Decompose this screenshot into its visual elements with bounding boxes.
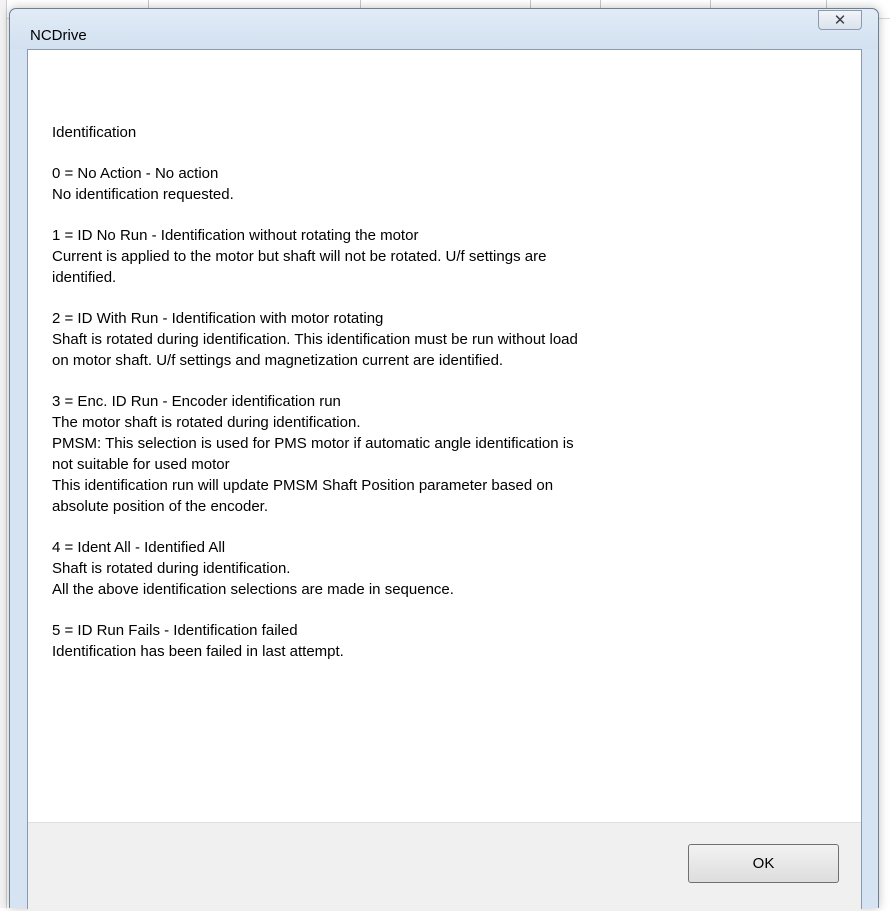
option-title: 0 = No Action - No action <box>52 165 219 182</box>
close-button[interactable]: ✕ <box>818 10 862 30</box>
ok-button[interactable]: OK <box>688 844 839 883</box>
option-description: This identification run will update PMSM… <box>52 477 554 494</box>
option-title: 2 = ID With Run - Identification with mo… <box>52 310 384 327</box>
window-title: NCDrive <box>30 27 87 44</box>
option-description: identified. <box>52 269 117 286</box>
ncdrive-dialog: NCDrive ✕ Identification 0 = No Action -… <box>9 8 879 911</box>
dialog-client-area: Identification 0 = No Action - No action… <box>27 49 862 911</box>
option-2: 2 = ID With Run - Identification with mo… <box>52 308 842 371</box>
option-description: The motor shaft is rotated during identi… <box>52 414 361 431</box>
background-window-edge <box>0 0 7 908</box>
option-description: absolute position of the encoder. <box>52 498 268 515</box>
option-description: on motor shaft. U/f settings and magneti… <box>52 352 504 369</box>
option-description: Current is applied to the motor but shaf… <box>52 248 547 265</box>
option-1: 1 = ID No Run - Identification without r… <box>52 225 842 288</box>
option-title: 5 = ID Run Fails - Identification failed <box>52 622 298 639</box>
option-title: 1 = ID No Run - Identification without r… <box>52 227 419 244</box>
option-0: 0 = No Action - No action No identificat… <box>52 163 842 205</box>
option-title: 3 = Enc. ID Run - Encoder identification… <box>52 393 341 410</box>
option-3: 3 = Enc. ID Run - Encoder identification… <box>52 391 842 517</box>
option-5: 5 = ID Run Fails - Identification failed… <box>52 620 842 662</box>
option-description: PMSM: This selection is used for PMS mot… <box>52 435 574 452</box>
option-description: not suitable for used motor <box>52 456 230 473</box>
option-description: Shaft is rotated during identification. <box>52 560 291 577</box>
option-description: All the above identification selections … <box>52 581 454 598</box>
option-description: Identification has been failed in last a… <box>52 643 344 660</box>
option-description: Shaft is rotated during identification. … <box>52 331 578 348</box>
help-heading: Identification <box>52 124 137 141</box>
dialog-button-bar: OK <box>28 822 861 911</box>
option-title: 4 = Ident All - Identified All <box>52 539 226 556</box>
close-icon: ✕ <box>833 11 847 29</box>
title-bar[interactable]: NCDrive ✕ <box>10 9 878 49</box>
help-text: Identification 0 = No Action - No action… <box>52 122 842 682</box>
option-4: 4 = Ident All - Identified All Shaft is … <box>52 537 842 600</box>
option-description: No identification requested. <box>52 186 234 203</box>
